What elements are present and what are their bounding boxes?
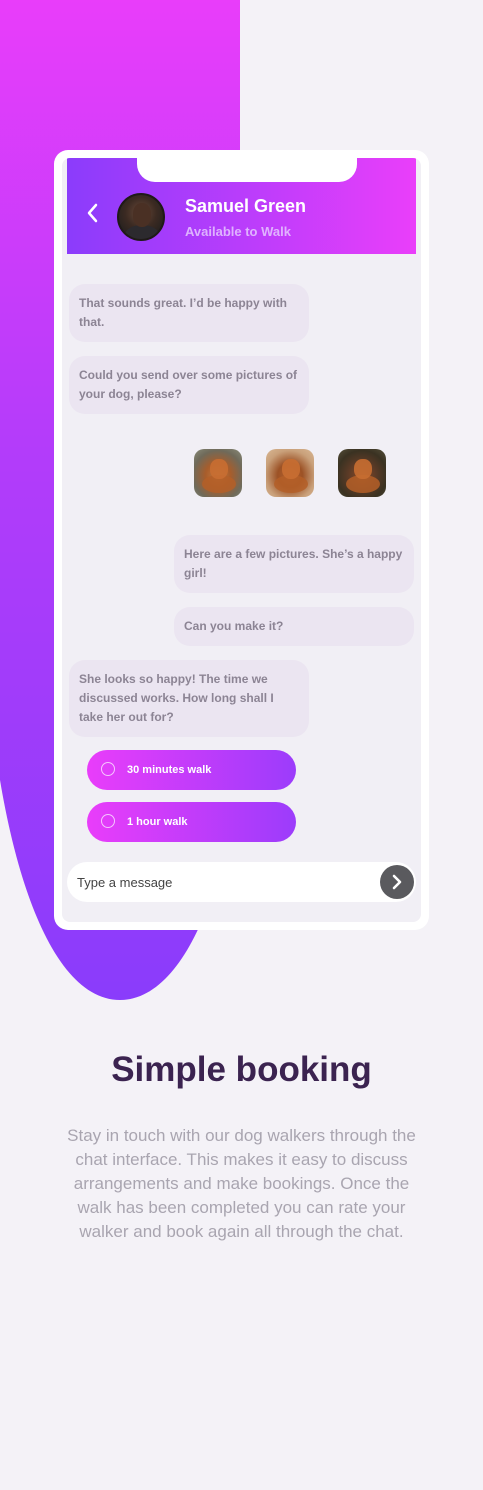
send-button[interactable] xyxy=(380,865,414,899)
message-bubble-incoming: She looks so happy! The time we discusse… xyxy=(69,660,309,737)
option-1-hour-walk[interactable]: 1 hour walk xyxy=(87,802,296,842)
avatar[interactable] xyxy=(117,193,165,241)
dog-photo-thumbnail[interactable] xyxy=(266,449,314,497)
chat-screen: Samuel Green Available to Walk That soun… xyxy=(62,158,421,922)
option-label: 30 minutes walk xyxy=(127,764,212,776)
dog-head-shape xyxy=(210,459,228,479)
message-input[interactable] xyxy=(77,872,367,892)
avatar-body xyxy=(125,225,159,239)
chat-header: Samuel Green Available to Walk xyxy=(67,158,416,254)
radio-circle-icon xyxy=(101,762,115,776)
option-30-minutes-walk[interactable]: 30 minutes walk xyxy=(87,750,296,790)
phone-notch xyxy=(137,158,357,182)
avatar-face xyxy=(133,203,151,227)
dog-head-shape xyxy=(354,459,372,479)
section-title: Simple booking xyxy=(111,1050,372,1089)
section-description: Stay in touch with our dog walkers throu… xyxy=(67,1126,416,1241)
message-bubble-incoming: That sounds great. I’d be happy with tha… xyxy=(69,284,309,342)
radio-circle-icon xyxy=(101,814,115,828)
back-arrow-icon[interactable] xyxy=(85,202,99,224)
message-bubble-outgoing: Can you make it? xyxy=(174,607,414,646)
phone-mockup: Samuel Green Available to Walk That soun… xyxy=(54,150,429,930)
message-composer xyxy=(67,862,416,902)
chevron-right-icon xyxy=(392,874,402,890)
message-bubble-incoming: Could you send over some pictures of you… xyxy=(69,356,309,414)
message-bubble-outgoing: Here are a few pictures. She’s a happy g… xyxy=(174,535,414,593)
contact-name: Samuel Green xyxy=(185,196,307,216)
dog-photo-thumbnail[interactable] xyxy=(338,449,386,497)
dog-head-shape xyxy=(282,459,300,479)
option-label: 1 hour walk xyxy=(127,816,188,828)
dog-photo-thumbnail[interactable] xyxy=(194,449,242,497)
contact-status: Available to Walk xyxy=(185,224,291,239)
